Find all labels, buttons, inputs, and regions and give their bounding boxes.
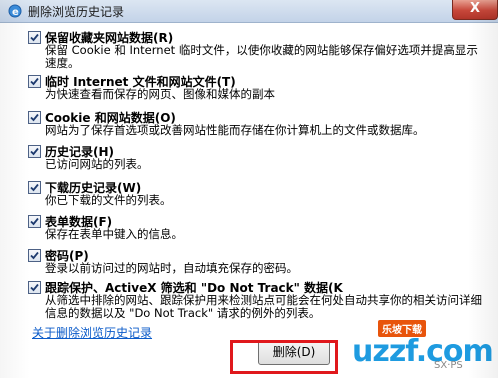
option-description: 登录以前访问过的网站时，自动填充保存的密码。 <box>45 261 298 275</box>
checkmark-icon <box>30 33 39 42</box>
checkmark-icon <box>30 183 39 192</box>
checkbox-form-data[interactable] <box>28 215 41 228</box>
checkbox-cookies[interactable] <box>28 111 41 124</box>
about-delete-history-link[interactable]: 关于删除浏览历史记录 <box>32 324 152 341</box>
internet-explorer-icon: e <box>8 4 22 18</box>
window-title: 删除浏览历史记录 <box>28 5 125 19</box>
watermark-logo: uzzf.com <box>352 334 494 369</box>
close-button[interactable]: X <box>452 0 498 20</box>
checkmark-icon <box>30 147 39 156</box>
checkmark-icon <box>30 283 39 292</box>
checkbox-history[interactable] <box>28 145 41 158</box>
title-bar: e 删除浏览历史记录 X <box>0 0 498 23</box>
option-description: 网站为了保存首选项或改善网站性能而存储在你计算机上的文件或数据库。 <box>45 123 425 137</box>
checkmark-icon <box>30 251 39 260</box>
watermark-tail: SX·PS <box>434 360 463 371</box>
option-description: 已访问网站的列表。 <box>45 157 149 171</box>
checkmark-icon <box>30 113 39 122</box>
checkbox-temp-files[interactable] <box>28 75 41 88</box>
checkmark-icon <box>30 217 39 226</box>
checkmark-icon <box>30 77 39 86</box>
option-description: 保存在表单中键入的信息。 <box>45 227 183 241</box>
option-description: 为快速查看而保存的网页、图像和媒体的副本 <box>45 87 275 101</box>
option-description: 保留 Cookie 和 Internet 临时文件，以使你收藏的网站能够保存偏好… <box>45 43 478 70</box>
watermark: 乐坡下载 uzzf.com SX·PS <box>348 316 494 374</box>
checkbox-passwords[interactable] <box>28 249 41 262</box>
checkbox-tracking-protection[interactable] <box>28 281 41 294</box>
svg-text:e: e <box>12 7 19 18</box>
checkbox-download-history[interactable] <box>28 181 41 194</box>
checkbox-preserve-favorites[interactable] <box>28 31 41 44</box>
option-description: 你已下载的文件的列表。 <box>45 193 172 207</box>
highlight-box <box>230 340 338 374</box>
